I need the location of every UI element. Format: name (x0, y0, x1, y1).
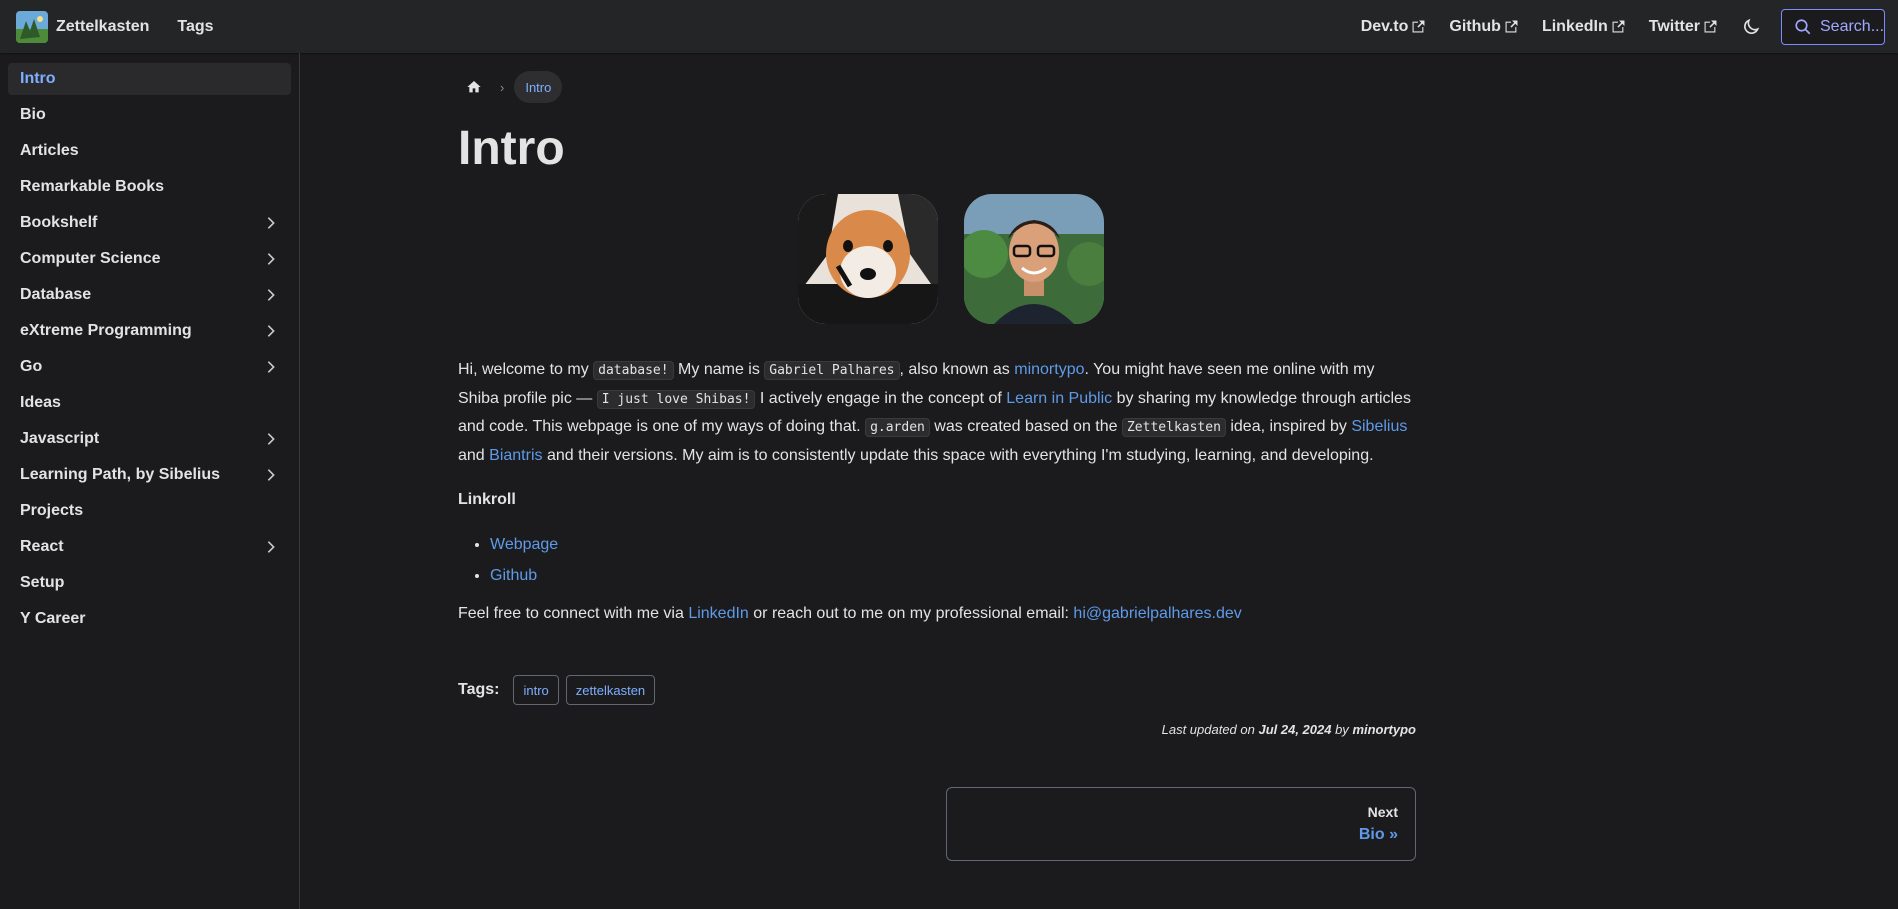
biantris-link[interactable]: Biantris (489, 447, 542, 464)
nav-linkedin-link[interactable]: LinkedIn (1542, 18, 1625, 36)
intro-paragraph: Hi, welcome to my database! My name is G… (458, 361, 1411, 464)
inline-code: g.arden (865, 418, 930, 437)
search-icon (1795, 18, 1811, 34)
updated-author: minortypo (1352, 722, 1416, 737)
external-link-icon (1412, 20, 1425, 33)
external-link-icon (1505, 20, 1518, 33)
moon-icon (1744, 18, 1760, 34)
sidebar-item-extreme-programming[interactable]: eXtreme Programming (8, 315, 291, 347)
sidebar-item-bookshelf[interactable]: Bookshelf (8, 207, 291, 239)
sidebar-item-label: Javascript (20, 430, 100, 447)
sidebar-item-bio[interactable]: Bio (8, 99, 291, 131)
inline-code: I just love Shibas! (596, 389, 756, 409)
github-link[interactable]: Github (490, 567, 537, 584)
sidebar-item-label: React (20, 538, 64, 555)
brand-link[interactable]: Zettelkasten (16, 10, 150, 43)
inline-code: Gabriel Palhares (764, 361, 900, 380)
nav-github-link[interactable]: Github (1449, 18, 1518, 36)
sidebar-item-label: Setup (20, 574, 65, 591)
sidebar-item-label: Computer Science (20, 250, 161, 267)
sidebar-item-label: Y Career (20, 610, 86, 627)
breadcrumb-home[interactable] (458, 71, 490, 103)
sidebar-item-label: Learning Path, by Sibelius (20, 466, 221, 483)
chevron-right-icon[interactable] (263, 215, 279, 231)
sidebar-item-y-career[interactable]: Y Career (8, 603, 291, 635)
sidebar-item-go[interactable]: Go (8, 351, 291, 383)
linkroll-list: Webpage Github (458, 529, 1416, 591)
page-title: Intro (458, 122, 565, 175)
sidebar-item-label: Articles (20, 142, 79, 159)
theme-toggle-button[interactable] (1737, 13, 1765, 41)
breadcrumb: › Intro (458, 71, 1416, 103)
sidebar-item-label: Projects (20, 502, 84, 519)
learn-in-public-link[interactable]: Learn in Public (1006, 390, 1112, 407)
chevron-right-icon[interactable] (263, 359, 279, 375)
list-item: Github (490, 560, 1416, 591)
next-page-title: Bio » (1358, 826, 1398, 843)
search-button[interactable]: Search... (1781, 8, 1885, 45)
external-link-icon (1612, 20, 1625, 33)
breadcrumb-separator: › (500, 79, 505, 95)
chevron-right-icon[interactable] (263, 287, 279, 303)
brand-title: Zettelkasten (56, 17, 150, 35)
linkedin-link[interactable]: LinkedIn (688, 605, 749, 622)
sidebar-item-database[interactable]: Database (8, 279, 291, 311)
sibelius-link[interactable]: Sibelius (1351, 418, 1407, 435)
search-placeholder: Search... (1820, 17, 1885, 35)
sidebar-item-label: Bookshelf (20, 214, 98, 231)
tags-label: Tags: (458, 681, 500, 698)
webpage-link[interactable]: Webpage (490, 536, 558, 553)
chevron-right-icon[interactable] (263, 467, 279, 483)
sidebar-item-setup[interactable]: Setup (8, 567, 291, 599)
minortypo-link[interactable]: minortypo (1014, 361, 1084, 378)
inline-code: database! (593, 361, 674, 380)
sidebar-item-computer-science[interactable]: Computer Science (8, 243, 291, 275)
linkroll-heading: Linkroll (458, 491, 516, 508)
nav-tags-link[interactable]: Tags (177, 18, 213, 36)
sidebar-item-label: Database (20, 286, 92, 303)
sidebar-item-label: Intro (20, 70, 56, 87)
sidebar-item-projects[interactable]: Projects (8, 495, 291, 527)
chevron-right-icon[interactable] (263, 323, 279, 339)
sidebar-item-ideas[interactable]: Ideas (8, 387, 291, 419)
home-icon (467, 81, 481, 93)
avatar-row (485, 194, 1416, 324)
contact-paragraph: Feel free to connect with me via LinkedI… (458, 605, 1242, 622)
sidebar-item-label: Remarkable Books (20, 178, 165, 195)
navbar: Zettelkasten Tags Dev.to Github LinkedIn… (0, 0, 1898, 53)
email-link[interactable]: hi@gabrielpalhares.dev (1073, 605, 1241, 622)
sidebar-item-react[interactable]: React (8, 531, 291, 563)
next-sublabel: Next (1367, 804, 1398, 820)
sidebar-item-learning-path-by-sibelius[interactable]: Learning Path, by Sibelius (8, 459, 291, 491)
sidebar-item-articles[interactable]: Articles (8, 135, 291, 167)
next-page-button[interactable]: Next Bio » (946, 787, 1416, 861)
shiba-avatar-image (797, 194, 938, 324)
sidebar-item-label: eXtreme Programming (20, 322, 192, 339)
logo-icon (16, 10, 48, 43)
sidebar-item-label: Bio (20, 106, 46, 123)
sidebar-item-intro[interactable]: Intro (8, 63, 291, 95)
chevron-right-icon[interactable] (263, 539, 279, 555)
breadcrumb-current: Intro (514, 71, 563, 103)
sidebar: Intro Bio Articles Remarkable Books Bookshel… (0, 53, 300, 909)
external-link-icon (1704, 20, 1717, 33)
list-item: Webpage (490, 529, 1416, 560)
profile-photo-image (963, 194, 1104, 324)
chevron-right-icon[interactable] (263, 431, 279, 447)
main-content: › Intro Intro Hi, welcome to my database… (458, 53, 1416, 861)
tag-intro[interactable]: intro (513, 675, 559, 705)
sidebar-item-label: Go (20, 358, 43, 375)
nav-devto-link[interactable]: Dev.to (1361, 18, 1426, 36)
sidebar-item-remarkable-books[interactable]: Remarkable Books (8, 171, 291, 203)
tag-zettelkasten[interactable]: zettelkasten (565, 675, 656, 705)
inline-code: Zettelkasten (1121, 418, 1226, 437)
tags-row: Tags: intro zettelkasten (458, 675, 1416, 705)
sidebar-item-javascript[interactable]: Javascript (8, 423, 291, 455)
updated-date: Jul 24, 2024 (1258, 722, 1332, 737)
sidebar-item-label: Ideas (20, 394, 61, 411)
nav-twitter-link[interactable]: Twitter (1649, 18, 1717, 36)
chevron-right-icon[interactable] (263, 251, 279, 267)
last-updated: Last updated on Jul 24, 2024 by minortyp… (1161, 722, 1416, 737)
